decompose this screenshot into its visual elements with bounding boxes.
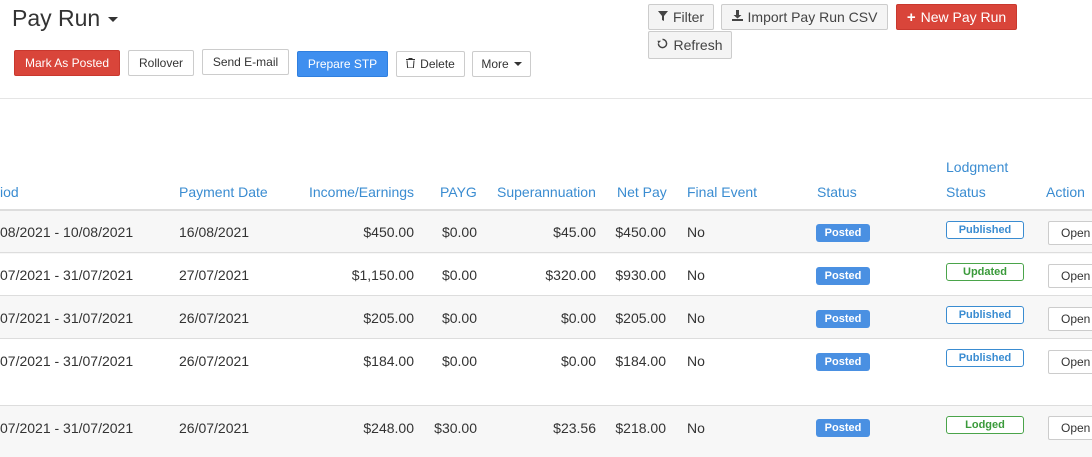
cell-net-pay: $450.00 bbox=[615, 224, 666, 240]
cell-payg: $0.00 bbox=[441, 310, 477, 326]
cell-period: 08/2021 - 10/08/2021 bbox=[0, 224, 134, 240]
cell-income: $184.00 bbox=[363, 353, 414, 369]
cell-final-event: No bbox=[687, 353, 705, 369]
send-email-button[interactable]: Send E-mail bbox=[202, 49, 289, 75]
col-header-action[interactable]: Action bbox=[1046, 184, 1085, 200]
filter-button[interactable]: Filter bbox=[648, 4, 714, 30]
cell-income: $205.00 bbox=[363, 310, 414, 326]
col-header-status[interactable]: Status bbox=[817, 184, 857, 200]
cell-income: $450.00 bbox=[363, 224, 414, 240]
cell-super: $0.00 bbox=[560, 353, 596, 369]
col-header-payg[interactable]: PAYG bbox=[440, 184, 477, 200]
lodgment-status-badge: Lodged bbox=[946, 416, 1024, 434]
cell-period: 07/2021 - 31/07/2021 bbox=[0, 267, 134, 283]
import-csv-label: Import Pay Run CSV bbox=[747, 9, 878, 25]
open-button[interactable]: Open bbox=[1048, 264, 1092, 288]
header-divider bbox=[0, 98, 1092, 99]
col-header-lodgment-status[interactable]: Status bbox=[946, 184, 986, 200]
cell-income: $1,150.00 bbox=[351, 267, 414, 283]
prepare-stp-button[interactable]: Prepare STP bbox=[297, 51, 388, 77]
cell-net-pay: $184.00 bbox=[615, 353, 666, 369]
cell-net-pay: $205.00 bbox=[615, 310, 666, 326]
cell-final-event: No bbox=[687, 224, 705, 240]
cell-net-pay: $930.00 bbox=[615, 267, 666, 283]
table-row[interactable]: 07/2021 - 31/07/2021 26/07/2021 $184.00 … bbox=[0, 338, 1092, 406]
mark-as-posted-button[interactable]: Mark As Posted bbox=[14, 50, 120, 76]
cell-payment-date: 26/07/2021 bbox=[179, 420, 250, 436]
col-header-lodgment[interactable]: Lodgment bbox=[946, 159, 1008, 175]
rollover-button[interactable]: Rollover bbox=[128, 50, 194, 76]
status-badge: Posted bbox=[816, 224, 870, 242]
cell-final-event: No bbox=[687, 420, 705, 436]
col-header-period[interactable]: iod bbox=[0, 184, 19, 200]
cell-net-pay: $218.00 bbox=[615, 420, 666, 436]
cell-payg: $30.00 bbox=[434, 420, 477, 436]
filter-icon bbox=[657, 10, 668, 24]
page-title-text: Pay Run bbox=[12, 5, 101, 31]
more-label: More bbox=[481, 57, 509, 71]
cell-payg: $0.00 bbox=[441, 353, 477, 369]
cell-income: $248.00 bbox=[363, 420, 414, 436]
new-pay-run-button[interactable]: + New Pay Run bbox=[896, 4, 1017, 30]
status-badge: Posted bbox=[816, 419, 870, 437]
col-header-final-event[interactable]: Final Event bbox=[687, 184, 757, 200]
status-badge: Posted bbox=[816, 353, 870, 371]
cell-period: 07/2021 - 31/07/2021 bbox=[0, 420, 134, 436]
cell-final-event: No bbox=[687, 267, 705, 283]
cell-payment-date: 27/07/2021 bbox=[179, 267, 250, 283]
refresh-icon bbox=[657, 38, 668, 52]
col-header-superannuation[interactable]: Superannuation bbox=[497, 184, 596, 200]
refresh-label: Refresh bbox=[673, 37, 723, 53]
cell-payment-date: 26/07/2021 bbox=[179, 353, 250, 369]
open-button[interactable]: Open bbox=[1048, 307, 1092, 331]
cell-period: 07/2021 - 31/07/2021 bbox=[0, 310, 134, 326]
trash-icon bbox=[406, 57, 416, 71]
cell-super: $0.00 bbox=[560, 310, 596, 326]
open-button[interactable]: Open bbox=[1048, 416, 1092, 440]
cell-payment-date: 26/07/2021 bbox=[179, 310, 250, 326]
lodgment-status-badge: Published bbox=[946, 306, 1024, 324]
chevron-down-icon bbox=[513, 62, 522, 66]
table-row[interactable]: 08/2021 - 10/08/2021 16/08/2021 $450.00 … bbox=[0, 209, 1092, 254]
table-row[interactable]: 07/2021 - 31/07/2021 27/07/2021 $1,150.0… bbox=[0, 252, 1092, 296]
lodgment-status-badge: Published bbox=[946, 349, 1024, 367]
lodgment-status-badge: Published bbox=[946, 221, 1024, 239]
col-header-net-pay[interactable]: Net Pay bbox=[617, 184, 667, 200]
open-button[interactable]: Open bbox=[1048, 350, 1092, 374]
col-header-income[interactable]: Income/Earnings bbox=[309, 184, 414, 200]
new-pay-run-label: New Pay Run bbox=[920, 9, 1007, 25]
cell-payment-date: 16/08/2021 bbox=[179, 224, 250, 240]
import-csv-button[interactable]: Import Pay Run CSV bbox=[721, 4, 888, 30]
download-icon bbox=[731, 10, 743, 24]
table-row[interactable]: 07/2021 - 31/07/2021 26/07/2021 $205.00 … bbox=[0, 295, 1092, 339]
page-title[interactable]: Pay Run bbox=[12, 5, 119, 32]
cell-super: $23.56 bbox=[553, 420, 596, 436]
lodgment-status-badge: Updated bbox=[946, 263, 1024, 281]
more-dropdown[interactable]: More bbox=[472, 51, 531, 77]
refresh-button[interactable]: Refresh bbox=[648, 31, 732, 59]
chevron-down-icon bbox=[108, 17, 119, 23]
delete-button[interactable]: Delete bbox=[396, 51, 465, 77]
cell-period: 07/2021 - 31/07/2021 bbox=[0, 353, 134, 369]
table-row[interactable]: 07/2021 - 31/07/2021 26/07/2021 $248.00 … bbox=[0, 405, 1092, 457]
cell-final-event: No bbox=[687, 310, 705, 326]
cell-super: $320.00 bbox=[545, 267, 596, 283]
col-header-payment-date[interactable]: Payment Date bbox=[179, 184, 268, 200]
cell-payg: $0.00 bbox=[441, 224, 477, 240]
delete-label: Delete bbox=[420, 57, 455, 71]
cell-payg: $0.00 bbox=[441, 267, 477, 283]
open-button[interactable]: Open bbox=[1048, 221, 1092, 245]
filter-label: Filter bbox=[672, 9, 705, 25]
plus-icon: + bbox=[906, 8, 916, 26]
status-badge: Posted bbox=[816, 267, 870, 285]
cell-super: $45.00 bbox=[553, 224, 596, 240]
status-badge: Posted bbox=[816, 310, 870, 328]
